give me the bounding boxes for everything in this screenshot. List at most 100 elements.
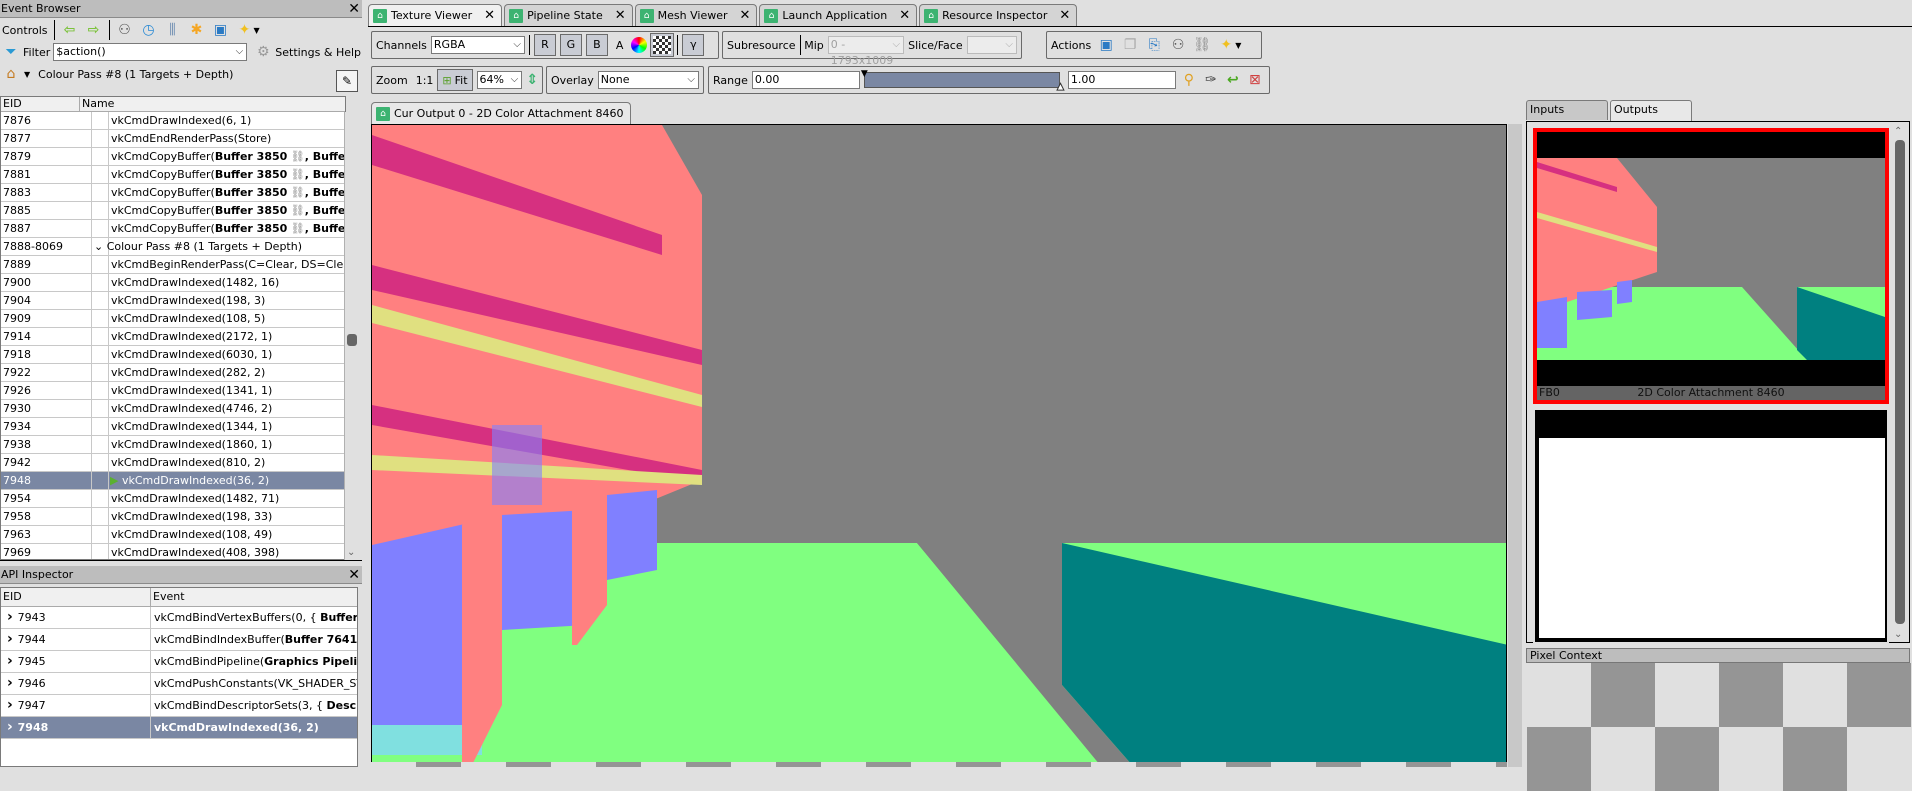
column-header-event[interactable]: Event [151, 588, 357, 606]
reset-icon[interactable]: ↩ [1224, 71, 1242, 89]
bookmark-bars-icon[interactable]: ⫼ [164, 21, 182, 39]
binoculars-icon[interactable]: ⚇ [1169, 36, 1187, 54]
breadcrumb-item[interactable]: Colour Pass #8 (1 Targets + Depth) [38, 68, 233, 81]
event-row[interactable]: 7922 vkCmdDrawIndexed(282, 2) [1, 364, 345, 382]
event-row[interactable]: 7883 vkCmdCopyBuffer(Buffer 3850 ⛓, Buffe… [1, 184, 345, 202]
api-call-row[interactable]: › 7948 vkCmdDrawIndexed(36, 2) [1, 717, 357, 739]
range-min-handle[interactable]: ▼ [861, 69, 868, 79]
copy-icon[interactable]: ❐ [1121, 36, 1139, 54]
event-row[interactable]: 7904 vkCmdDrawIndexed(198, 3) [1, 292, 345, 310]
resource-link[interactable]: Graphics Pipeline 8 [264, 655, 357, 668]
range-slider[interactable]: ▼ ▲ [861, 69, 1064, 93]
magnifier-icon[interactable]: ⚲ [1180, 71, 1198, 89]
link-icon[interactable]: ⛓ [287, 150, 305, 163]
api-call-row[interactable]: › 7946vkCmdPushConstants(VK_SHADER_STA..… [1, 673, 357, 695]
home-icon[interactable]: ⌂ [2, 65, 20, 83]
channel-a-toggle[interactable]: A [616, 39, 624, 52]
resource-link[interactable]: Buffer 3850 [215, 222, 287, 235]
event-row[interactable]: 7963 vkCmdDrawIndexed(108, 49) [1, 526, 345, 544]
color-wheel-icon[interactable] [631, 37, 648, 53]
event-row[interactable]: 7876 vkCmdDrawIndexed(6, 1) [1, 112, 345, 130]
chevron-right-icon[interactable]: › [7, 653, 18, 669]
chevron-down-icon[interactable]: ⌄ [94, 240, 107, 253]
link-icon[interactable]: ⛓ [287, 204, 305, 217]
close-icon[interactable]: ✕ [615, 8, 626, 23]
column-header-eid[interactable]: EID [1, 97, 80, 111]
save-icon[interactable]: ▣ [212, 21, 230, 39]
scrollbar-thumb[interactable] [1895, 140, 1905, 624]
puzzle-icon[interactable]: ✦ [1217, 36, 1235, 54]
close-icon[interactable]: ✕ [348, 0, 360, 18]
thumbnail-scrollbar[interactable]: ⌃ ⌄ [1893, 126, 1907, 640]
asterisk-icon[interactable]: ✱ [188, 21, 206, 39]
histogram-icon[interactable]: ⊠ [1246, 71, 1264, 89]
chevron-right-icon[interactable]: › [7, 675, 18, 691]
flip-vertical-icon[interactable]: ⇕ [526, 71, 538, 89]
arrow-right-icon[interactable]: ⇨ [85, 21, 103, 39]
event-tree-scrollbar[interactable]: ⌄ [344, 112, 358, 560]
binoculars-icon[interactable]: ⚇ [116, 21, 134, 39]
api-call-row[interactable]: › 7944 vkCmdBindIndexBuffer(Buffer 7641 [1, 629, 357, 651]
event-row[interactable]: 7914 vkCmdDrawIndexed(2172, 1) [1, 328, 345, 346]
event-row[interactable]: 7958 vkCmdDrawIndexed(198, 33) [1, 508, 345, 526]
resource-link[interactable]: Buffer 3850 [215, 204, 287, 217]
api-call-row[interactable]: › 7943 vkCmdBindVertexBuffers(0, { Buffer… [1, 607, 357, 629]
channels-select[interactable]: RGBA ⌵ [430, 36, 525, 54]
checkerboard-icon[interactable] [650, 33, 675, 57]
chevron-right-icon[interactable]: › [7, 697, 18, 713]
tab-outputs[interactable]: Outputs [1610, 100, 1692, 122]
pixel-context-grid[interactable] [1527, 663, 1911, 791]
fit-button[interactable]: ⊞ Fit [437, 69, 473, 91]
thumbnail-fb0[interactable]: FB0 2D Color Attachment 8460 [1533, 128, 1889, 404]
chevron-right-icon[interactable]: › [7, 719, 18, 735]
api-call-row[interactable]: › 7945vkCmdBindPipeline(Graphics Pipelin… [1, 651, 357, 673]
scrollbar-thumb[interactable] [347, 334, 357, 346]
dropdown-arrow-icon[interactable]: ▼ [1235, 41, 1241, 50]
tree-group-row[interactable]: 7888-8069 ⌄ Colour Pass #8 (1 Targets + D… [1, 238, 345, 256]
arrow-left-icon[interactable]: ⇦ [61, 21, 79, 39]
close-icon[interactable]: ✕ [899, 8, 910, 23]
channel-r-toggle[interactable]: R [533, 34, 556, 56]
close-icon[interactable]: ✕ [740, 8, 751, 23]
tab-launch-application[interactable]: ⌂ Launch Application ✕ [759, 4, 918, 26]
eyedropper-icon[interactable]: ✑ [1202, 71, 1220, 89]
event-row[interactable]: 7954 vkCmdDrawIndexed(1482, 71) [1, 490, 345, 508]
filter-input[interactable]: $action() ⌵ [53, 43, 248, 61]
gamma-toggle[interactable]: γ [682, 34, 705, 56]
resource-link[interactable]: Buffer 763 [320, 611, 357, 624]
slice-face-select[interactable]: ⌵ [966, 36, 1018, 54]
event-row[interactable]: 7948 ▶ vkCmdDrawIndexed(36, 2) [1, 472, 345, 490]
column-header-name[interactable]: Name [80, 97, 345, 111]
edit-bookmark-icon[interactable]: ✎ [336, 70, 358, 92]
column-header-eid[interactable]: EID [1, 588, 151, 606]
link-icon[interactable]: ⛓ [287, 222, 305, 235]
event-row[interactable]: 7930 vkCmdDrawIndexed(4746, 2) [1, 400, 345, 418]
event-row[interactable]: 7887 vkCmdCopyBuffer(Buffer 3850 ⛓, Buffe… [1, 220, 345, 238]
save-icon[interactable]: ▣ [1097, 36, 1115, 54]
link-icon[interactable]: ⛓ [1193, 36, 1211, 54]
channel-g-toggle[interactable]: G [559, 34, 582, 56]
resource-link[interactable]: Buffer 7641 [285, 633, 357, 646]
close-icon[interactable]: ✕ [348, 566, 360, 584]
api-call-row[interactable]: › 7947vkCmdBindDescriptorSets(3, { Descr… [1, 695, 357, 717]
dropdown-arrow-icon[interactable]: ▼ [24, 70, 30, 79]
chevron-up-icon[interactable]: ⌃ [1894, 126, 1902, 137]
gear-icon[interactable]: ⚙ [254, 43, 272, 61]
event-row[interactable]: 7934 vkCmdDrawIndexed(1344, 1) [1, 418, 345, 436]
event-row[interactable]: 7918 vkCmdDrawIndexed(6030, 1) [1, 346, 345, 364]
resource-link[interactable]: Descripto [327, 699, 357, 712]
range-max-handle[interactable]: ▲ [1056, 82, 1064, 93]
event-row[interactable]: 7877 vkCmdEndRenderPass(Store) [1, 130, 345, 148]
event-row[interactable]: 7889 vkCmdBeginRenderPass(C=Clear, DS=Cle… [1, 256, 345, 274]
event-row[interactable]: 7909 vkCmdDrawIndexed(108, 5) [1, 310, 345, 328]
range-max-input[interactable]: 1.00 [1067, 71, 1176, 89]
close-icon[interactable]: ✕ [1059, 8, 1070, 23]
resource-link[interactable]: Buffer 3850 [215, 168, 287, 181]
resource-link[interactable]: Buffer 3850 [215, 150, 287, 163]
link-icon[interactable]: ⛓ [287, 186, 305, 199]
tab-resource-inspector[interactable]: ⌂ Resource Inspector ✕ [919, 4, 1078, 26]
chevron-right-icon[interactable]: › [7, 609, 18, 625]
clock-icon[interactable]: ◷ [140, 21, 158, 39]
tab-mesh-viewer[interactable]: ⌂ Mesh Viewer ✕ [634, 4, 758, 26]
event-row[interactable]: 7926 vkCmdDrawIndexed(1341, 1) [1, 382, 345, 400]
